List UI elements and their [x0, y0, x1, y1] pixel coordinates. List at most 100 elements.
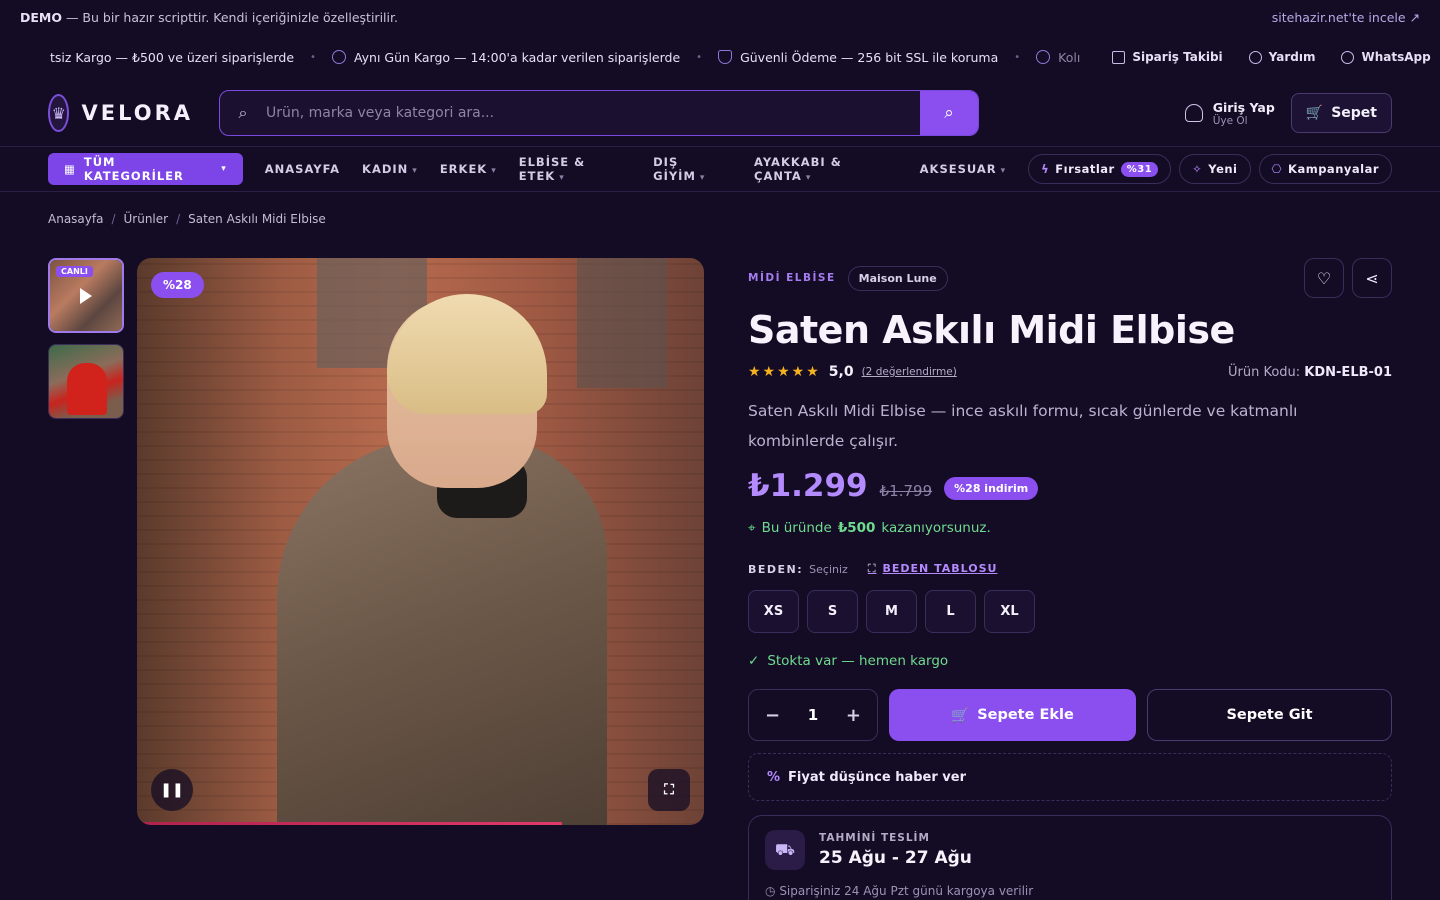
new-label: Yeni: [1208, 162, 1238, 176]
clock-icon: [331, 50, 346, 64]
product-code-label: Ürün Kodu:: [1227, 364, 1301, 380]
order-tracking-link[interactable]: Sipariş Takibi: [1112, 50, 1223, 64]
increase-button[interactable]: +: [846, 705, 861, 726]
old-price: ₺1.799: [879, 482, 933, 500]
current-price: ₺1.299: [748, 468, 868, 504]
breadcrumb: Anasayfa / Ürünler / Saten Askılı Midi E…: [0, 192, 1440, 226]
size-header: BEDEN: Seçiniz ⛶ BEDEN TABLOSU: [748, 562, 1392, 576]
thumbnail-video[interactable]: CANLI: [48, 258, 124, 333]
campaigns-pill[interactable]: ⎔ Kampanyalar: [1258, 154, 1393, 184]
help-link[interactable]: Yardım: [1248, 50, 1316, 64]
size-option-m[interactable]: M: [866, 590, 917, 633]
nav-item-home[interactable]: ANASAYFA: [265, 162, 340, 176]
chevron-down-icon: ▾: [699, 173, 706, 183]
size-option-l[interactable]: L: [925, 590, 976, 633]
ticker-separator: •: [696, 51, 703, 63]
register-link[interactable]: Üye Ol: [1213, 115, 1275, 127]
earn-amount: ₺500: [837, 520, 876, 536]
product-info: MİDİ ELBİSE Maison Lune ♡ ⋖ Saten Askılı…: [748, 258, 1392, 900]
quick-link-label: Yardım: [1268, 50, 1316, 64]
new-pill[interactable]: ✧ Yeni: [1179, 154, 1251, 184]
ticker-text: Güvenli Ödeme — 256 bit SSL ile koruma: [740, 49, 999, 65]
ruler-icon: ⛶: [867, 562, 877, 575]
thumbnail-image-red-dress[interactable]: [48, 344, 124, 419]
pause-button[interactable]: ❚❚: [151, 769, 193, 811]
breadcrumb-current: Saten Askılı Midi Elbise: [188, 212, 326, 226]
product-description: Saten Askılı Midi Elbise — ince askılı f…: [748, 402, 1298, 450]
ticker-item-returns: Kolı: [1036, 50, 1080, 65]
size-table-label: BEDEN TABLOSU: [882, 562, 998, 575]
earn-points: ⌖ Bu üründe ₺500 kazanıyorsunuz.: [748, 520, 1392, 536]
thumbnail-list: CANLI: [48, 258, 124, 430]
main-nav: ▦ TÜM KATEGORİLER ▾ ANASAYFA KADIN ▾ ERKE…: [0, 146, 1440, 192]
ticker-text: tsiz Kargo — ₺500 ve üzeri siparişlerde: [50, 49, 295, 65]
nav-item-dresses-skirts[interactable]: ELBİSE & ETEK ▾: [519, 155, 631, 183]
help-icon: [1248, 50, 1262, 64]
header-actions: Giriş Yap Üye Ol 🛒 Sepet: [1184, 93, 1392, 133]
product-media[interactable]: %28 ❚❚ ⛶: [137, 258, 704, 825]
package-icon: [1112, 50, 1126, 64]
breadcrumb-products[interactable]: Ürünler: [124, 212, 169, 226]
size-table-link[interactable]: ⛶ BEDEN TABLOSU: [868, 562, 998, 576]
fullscreen-icon: ⛶: [664, 782, 674, 798]
size-option-xs[interactable]: XS: [748, 590, 799, 633]
nav-item-accessories[interactable]: AKSESUAR ▾: [920, 162, 1007, 176]
deals-pill[interactable]: ϟ Fırsatlar %31: [1028, 154, 1172, 184]
review-count-link[interactable]: (2 değerlendirme): [862, 366, 957, 378]
login-button[interactable]: Giriş Yap Üye Ol: [1184, 100, 1275, 127]
decrease-button[interactable]: −: [765, 705, 780, 726]
stock-text: Stokta var — hemen kargo: [767, 653, 949, 669]
chevron-down-icon: ▾: [221, 164, 227, 174]
nav-item-outerwear[interactable]: DIŞ GİYİM ▾: [653, 155, 732, 183]
gift-icon: ⎔: [1271, 162, 1283, 176]
breadcrumb-home[interactable]: Anasayfa: [48, 212, 103, 226]
delivery-label: TAHMİNİ TESLİM: [819, 832, 930, 844]
nav-pills: ϟ Fırsatlar %31 ✧ Yeni ⎔ Kampanyalar: [1028, 154, 1393, 184]
ticker-separator: •: [310, 51, 316, 63]
add-to-cart-button[interactable]: 🛒 Sepete Ekle: [889, 689, 1136, 741]
nav-item-shoes-bags[interactable]: AYAKKABI & ÇANTA ▾: [754, 155, 898, 183]
crown-icon: ♛: [48, 94, 70, 132]
cart-button[interactable]: 🛒 Sepet: [1290, 93, 1392, 133]
ticker-item-secure-payment: Güvenli Ödeme — 256 bit SSL ile koruma: [718, 50, 998, 65]
chevron-down-icon: ▾: [559, 173, 565, 183]
whatsapp-link[interactable]: WhatsApp: [1341, 50, 1431, 64]
nav-item-men[interactable]: ERKEK ▾: [440, 162, 497, 176]
site-header: ♛ VELORA ⌕ ⌕ Giriş Yap Üye Ol 🛒 Sepet: [0, 80, 1440, 146]
share-button[interactable]: ⋖: [1352, 258, 1392, 298]
star-rating-icons: ★★★★★: [748, 364, 821, 380]
chat-icon: [1341, 50, 1355, 64]
favorite-button[interactable]: ♡: [1304, 258, 1344, 298]
brand-tag[interactable]: Maison Lune: [847, 265, 948, 291]
live-badge: CANLI: [56, 266, 93, 277]
pause-icon: ❚❚: [160, 782, 184, 798]
price-alert-button[interactable]: % Fiyat düşünce haber ver: [748, 753, 1392, 801]
grid-icon: ▦: [64, 162, 76, 176]
fullscreen-button[interactable]: ⛶: [648, 769, 690, 811]
clock-icon: ◷: [765, 884, 776, 898]
size-selection: Seçiniz: [809, 562, 848, 576]
product-code: Ürün Kodu: KDN-ELB-01: [1228, 365, 1392, 380]
category-tag[interactable]: MİDİ ELBİSE: [748, 272, 836, 284]
nav-label: AKSESUAR: [919, 162, 997, 176]
nav-item-women[interactable]: KADIN ▾: [362, 162, 418, 176]
delivery-note-text: Siparişiniz 24 Ağu Pzt günü kargoya veri…: [779, 884, 1034, 898]
size-option-s[interactable]: S: [807, 590, 858, 633]
search-input[interactable]: [266, 105, 920, 121]
all-categories-button[interactable]: ▦ TÜM KATEGORİLER ▾: [48, 153, 243, 185]
go-to-cart-button[interactable]: Sepete Git: [1147, 689, 1392, 741]
chevron-down-icon: ▾: [412, 166, 418, 176]
user-icon: [1184, 104, 1203, 122]
size-option-xl[interactable]: XL: [984, 590, 1035, 633]
logo[interactable]: ♛ VELORA: [48, 94, 193, 132]
demo-label: DEMO: [20, 9, 62, 25]
bolt-icon: ϟ: [1041, 162, 1050, 176]
ticker-text: Kolı: [1058, 49, 1081, 65]
demo-link[interactable]: sitehazir.net'te incele ↗: [1272, 10, 1420, 25]
quantity-value[interactable]: 1: [808, 706, 818, 724]
check-circle-icon: ✓: [748, 653, 760, 669]
cart-label: Sepet: [1331, 105, 1377, 121]
thumbnail-image: [49, 345, 123, 418]
search-button[interactable]: ⌕: [920, 91, 978, 135]
price-alert-label: Fiyat düşünce haber ver: [788, 769, 967, 785]
